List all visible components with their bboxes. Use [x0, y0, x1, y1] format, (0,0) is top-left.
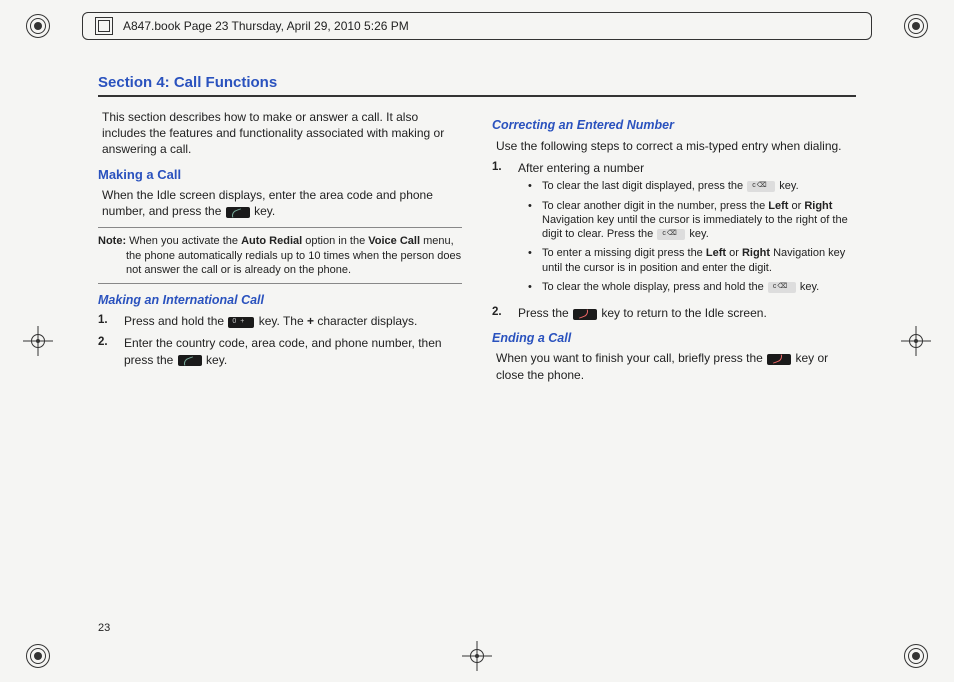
intro-text: This section describes how to make or an… [98, 109, 462, 158]
end-key-icon [573, 309, 597, 320]
right-column: Correcting an Entered Number Use the fol… [492, 109, 856, 389]
correct-step-2: 2. Press the key to return to the Idle s… [492, 305, 856, 321]
page-content: Section 4: Call Functions This section d… [82, 56, 872, 612]
crop-mark-icon [904, 14, 928, 38]
note-block: Note: When you activate the Auto Redial … [98, 227, 462, 284]
page-number: 23 [98, 622, 110, 634]
clear-key-icon [747, 181, 775, 192]
intl-step-2: 2. Enter the country code, area code, an… [98, 335, 462, 367]
ending-call-text: When you want to finish your call, brief… [492, 350, 856, 382]
correcting-intro: Use the following steps to correct a mis… [492, 138, 856, 154]
section-title: Section 4: Call Functions [98, 74, 856, 97]
note-label: Note: [98, 235, 129, 247]
correcting-heading: Correcting an Entered Number [492, 117, 856, 134]
send-key-icon [226, 207, 250, 218]
correct-step-1: 1. After entering a number •To clear the… [492, 160, 856, 299]
crop-mark-icon [904, 644, 928, 668]
registration-mark-icon [904, 329, 928, 353]
header-text: A847.book Page 23 Thursday, April 29, 20… [123, 19, 409, 33]
bullet-clear-last: •To clear the last digit displayed, pres… [528, 179, 856, 193]
registration-mark-icon [26, 329, 50, 353]
making-a-call-heading: Making a Call [98, 166, 462, 184]
ending-call-heading: Ending a Call [492, 330, 856, 347]
left-column: This section describes how to make or an… [98, 109, 462, 389]
bullet-clear-other: •To clear another digit in the number, p… [528, 199, 856, 242]
send-key-icon [178, 355, 202, 366]
zero-plus-key-icon [228, 317, 254, 328]
registration-mark-icon [465, 644, 489, 668]
crop-mark-icon [26, 14, 50, 38]
making-a-call-text: When the Idle screen displays, enter the… [98, 187, 462, 219]
clear-key-icon [768, 282, 796, 293]
crop-mark-icon [26, 644, 50, 668]
intl-step-1: 1. Press and hold the key. The + charact… [98, 313, 462, 329]
intl-call-heading: Making an International Call [98, 292, 462, 309]
bullet-clear-whole: •To clear the whole display, press and h… [528, 280, 856, 294]
bullet-enter-missing: •To enter a missing digit press the Left… [528, 246, 856, 275]
clear-key-icon [657, 229, 685, 240]
doc-frame-icon [95, 17, 113, 35]
end-key-icon [767, 354, 791, 365]
header-bar: A847.book Page 23 Thursday, April 29, 20… [82, 12, 872, 40]
